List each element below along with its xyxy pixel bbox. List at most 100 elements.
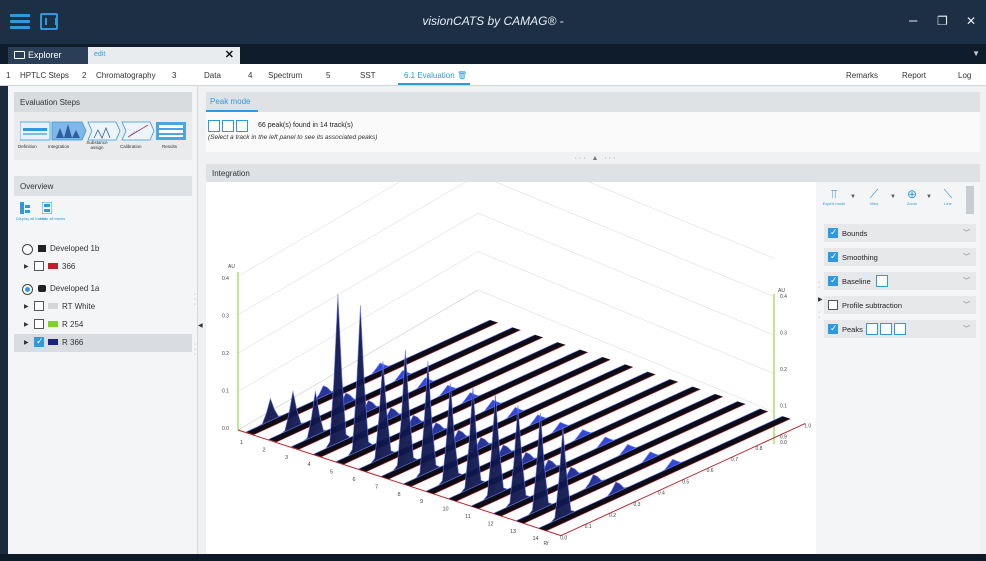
integration-controls: ⫪ Expert mode ▼ ⟋ View ▼ ⊕ Zoom ▼ ⟍ Line	[816, 182, 980, 554]
chevron-down-icon[interactable]: ﹀	[963, 252, 970, 262]
tab-close-button[interactable]: ✕	[225, 48, 234, 61]
expert-mode-tool[interactable]: ⫪ Expert mode	[822, 188, 846, 214]
splitter-handle[interactable]: · · ·	[194, 291, 196, 308]
radio-developed-1a[interactable]	[22, 284, 33, 295]
remarks-link[interactable]: Remarks	[846, 71, 878, 80]
peaks-option-box-2[interactable]	[880, 323, 892, 335]
tab-peak-mode[interactable]: Peak mode	[210, 97, 250, 106]
profile-subtraction-label: Profile subtraction	[842, 301, 903, 310]
option-peaks[interactable]: Peaks ﹀	[824, 320, 976, 338]
vertical-splitter-handle[interactable]: ··· ▲ ···	[556, 155, 636, 162]
splitter-handle[interactable]: · ·	[818, 279, 820, 291]
tab-document[interactable]: edit ✕	[88, 47, 240, 64]
y-left-tick-label: 0.3	[222, 314, 229, 320]
hide-all-tracks-icon[interactable]	[42, 202, 52, 214]
splitter-handle[interactable]: · ·	[818, 309, 820, 321]
peak-mode-box-1[interactable]	[208, 120, 220, 132]
option-bounds[interactable]: Bounds ﹀	[824, 224, 976, 242]
smoothing-checkbox[interactable]	[828, 251, 838, 262]
y-left-tick-label: 0.2	[222, 351, 229, 357]
peaks-option-box-1[interactable]	[866, 323, 878, 335]
step-hptlc-steps[interactable]: HPTLC Steps	[20, 71, 69, 80]
close-button[interactable]: ✕	[966, 14, 976, 28]
collapse-left-arrow-icon[interactable]: ◀	[198, 322, 203, 329]
chevron-down-icon[interactable]: ▼	[890, 194, 896, 200]
display-all-tracks-icon[interactable]	[20, 202, 30, 214]
step-label-calibration[interactable]: Calibration	[120, 144, 142, 149]
y-right-axis-label: AU	[778, 288, 785, 294]
baseline-settings-icon[interactable]	[876, 275, 888, 287]
overview-title: Overview	[14, 176, 192, 196]
collapse-right-arrow-icon[interactable]: ▶	[818, 296, 823, 303]
tab-explorer[interactable]: Explorer	[8, 47, 88, 64]
expand-arrow-icon[interactable]: ▶	[24, 321, 29, 328]
track-item-r254[interactable]: ▶ R 254	[14, 316, 192, 334]
integration-3d-plot[interactable]: 0.00.10.20.30.4AU0.00.10.20.30.4AU123456…	[206, 182, 816, 554]
folder-icon	[14, 51, 25, 59]
track-group-developed-1a[interactable]: Developed 1a	[14, 280, 192, 298]
step-label-definition[interactable]: Definition	[18, 144, 37, 149]
report-link[interactable]: Report	[902, 71, 926, 80]
option-profile-subtraction[interactable]: Profile subtraction ﹀	[824, 296, 976, 314]
step-data[interactable]: Data	[204, 71, 221, 80]
step-chromatography[interactable]: Chromatography	[96, 71, 156, 80]
track-item-366[interactable]: ▶ 366	[14, 258, 192, 276]
trash-icon[interactable]: 🗑	[457, 71, 467, 80]
chevron-down-icon[interactable]: ﹀	[963, 324, 970, 334]
chevron-down-icon[interactable]: ﹀	[963, 276, 970, 286]
step-evaluation[interactable]: 6.1 Evaluation 🗑	[404, 71, 467, 80]
toolbar-scrollbar[interactable]	[966, 186, 974, 214]
step-label-substance-assign[interactable]: Substance assign	[82, 140, 112, 150]
peak-mode-box-2[interactable]	[222, 120, 234, 132]
view-label: View	[869, 201, 879, 206]
restore-button[interactable]: ❐	[937, 14, 948, 28]
zoom-tool[interactable]: ⊕ Zoom	[900, 188, 924, 214]
track-item-label: R 366	[62, 338, 84, 347]
expand-arrow-icon[interactable]: ▶	[24, 303, 29, 310]
step-sst[interactable]: SST	[360, 71, 376, 80]
chevron-down-icon[interactable]: ﹀	[963, 300, 970, 310]
radio-developed-1b[interactable]	[22, 244, 33, 255]
profile-subtraction-checkbox[interactable]	[828, 300, 838, 310]
y-left-tick-label: 0.4	[222, 276, 229, 282]
view-tool[interactable]: ⟋ View	[862, 188, 886, 214]
track-tick-label: 7	[375, 484, 378, 490]
chevron-down-icon[interactable]: ▼	[926, 194, 932, 200]
minimize-button[interactable]: –	[909, 12, 917, 29]
track-tick-label: 4	[308, 462, 311, 468]
track-color-swatch	[48, 263, 58, 269]
peaks-option-box-3[interactable]	[894, 323, 906, 335]
splitter-handle[interactable]: · · ·	[194, 341, 196, 358]
step-number-1: 1	[6, 71, 11, 80]
track-item-rt-white[interactable]: ▶ RT White	[14, 298, 192, 316]
tab-overflow-icon[interactable]: ▼	[972, 49, 980, 58]
y-right-tick-label: 0.3	[780, 331, 787, 337]
track-checkbox-366[interactable]	[34, 261, 44, 271]
title-bar: visionCATS by CAMAG® - – ❐ ✕	[0, 0, 986, 44]
peaks-checkbox[interactable]	[828, 323, 838, 334]
log-link[interactable]: Log	[958, 71, 971, 80]
y-left-tick-label: 0.1	[222, 389, 229, 395]
expand-arrow-icon[interactable]: ▶	[24, 339, 29, 346]
peak-list-icon[interactable]	[236, 120, 248, 132]
bounds-checkbox[interactable]	[828, 227, 838, 238]
line-tool[interactable]: ⟍ Line	[936, 188, 960, 214]
option-smoothing[interactable]: Smoothing ﹀	[824, 248, 976, 266]
option-baseline[interactable]: Baseline ﹀	[824, 272, 976, 290]
step-label-results[interactable]: Results	[162, 144, 177, 149]
track-checkbox-r366[interactable]	[34, 336, 44, 347]
track-checkbox-rt-white[interactable]	[34, 301, 44, 311]
plate-icon	[38, 285, 46, 292]
step-label-integration[interactable]: Integration	[48, 144, 69, 149]
track-item-r366[interactable]: ▶ R 366	[14, 334, 192, 352]
baseline-checkbox[interactable]	[828, 275, 838, 286]
expand-arrow-icon[interactable]: ▶	[24, 263, 29, 270]
evaluation-steps-diagram[interactable]	[20, 120, 188, 142]
track-group-developed-1b[interactable]: Developed 1b	[14, 240, 192, 258]
step-spectrum[interactable]: Spectrum	[268, 71, 302, 80]
track-checkbox-r254[interactable]	[34, 319, 44, 329]
chevron-down-icon[interactable]: ﹀	[963, 228, 970, 238]
chevron-down-icon[interactable]: ▼	[850, 194, 856, 200]
track-tick-label: 13	[510, 529, 516, 535]
track-tick-label: 1	[240, 440, 243, 446]
